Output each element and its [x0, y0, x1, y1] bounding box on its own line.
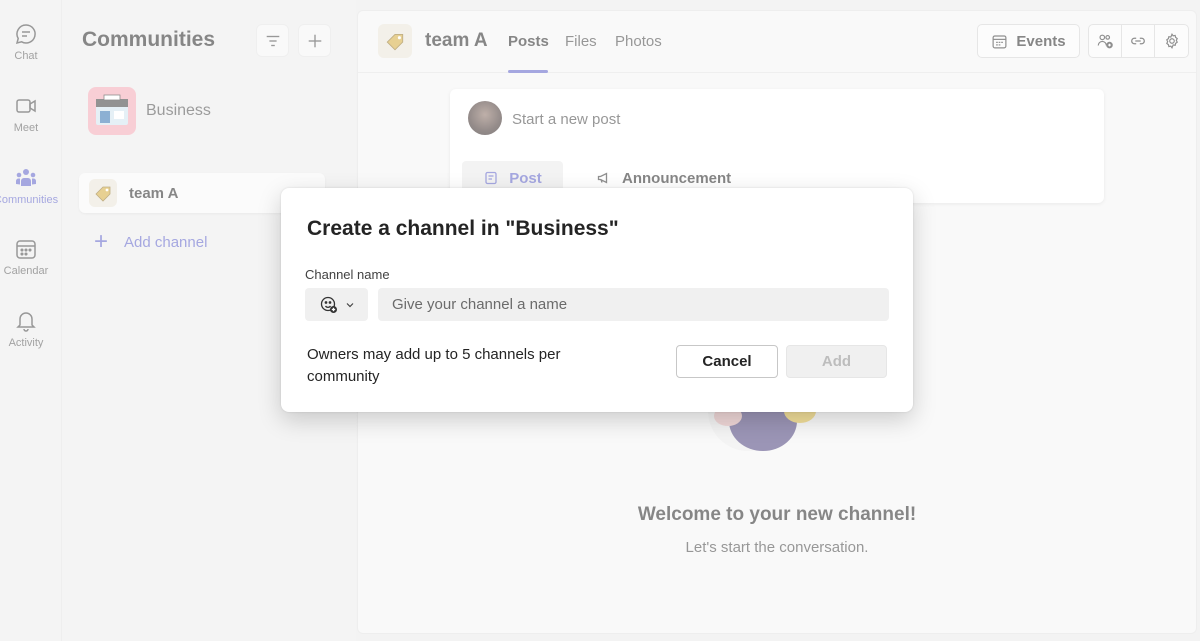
emoji-add-icon: [320, 296, 337, 313]
channel-limit-info: Owners may add up to 5 channels per comm…: [307, 346, 561, 385]
channel-name-label: Channel name: [305, 267, 390, 282]
dialog-title: Create a channel in "Business": [307, 217, 619, 240]
create-channel-dialog: Create a channel in "Business" Channel n…: [281, 188, 913, 412]
chevron-down-icon: [346, 302, 353, 307]
add-button[interactable]: Add: [786, 345, 887, 378]
cancel-button[interactable]: Cancel: [676, 345, 778, 378]
channel-name-input[interactable]: [378, 288, 889, 321]
emoji-picker-button[interactable]: [305, 288, 368, 321]
